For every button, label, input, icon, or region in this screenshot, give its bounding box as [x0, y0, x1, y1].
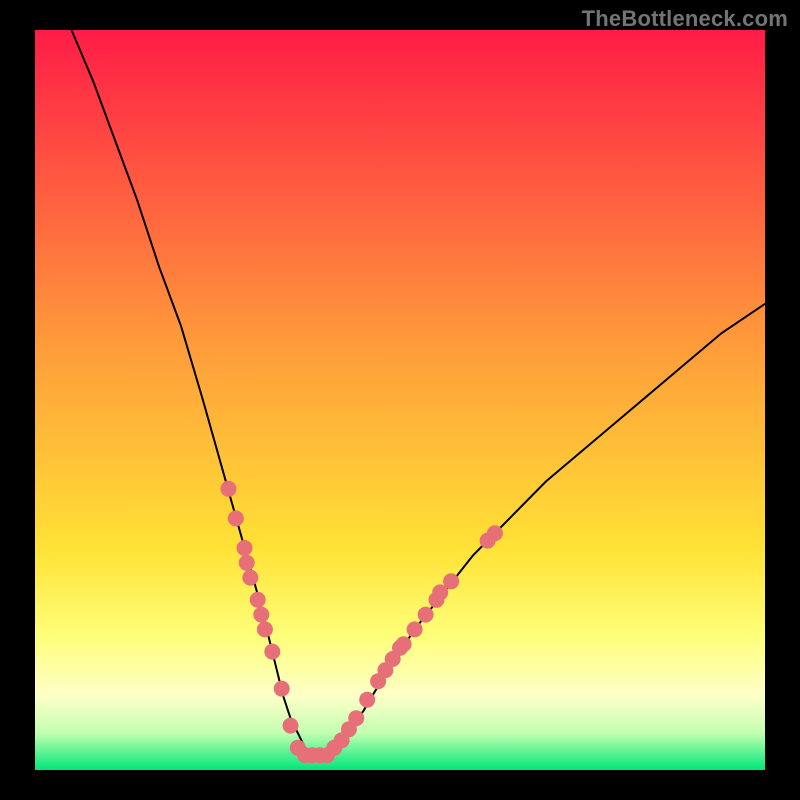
- data-marker: [239, 555, 255, 571]
- data-marker: [257, 621, 273, 637]
- data-marker: [250, 592, 266, 608]
- data-marker: [418, 607, 434, 623]
- data-marker: [407, 621, 423, 637]
- data-marker: [487, 525, 503, 541]
- bottleneck-chart: [35, 30, 765, 770]
- data-marker: [228, 510, 244, 526]
- plot-frame: [35, 30, 765, 770]
- data-marker: [443, 573, 459, 589]
- data-marker: [264, 644, 280, 660]
- data-marker: [359, 692, 375, 708]
- data-marker: [348, 710, 364, 726]
- data-marker: [221, 481, 237, 497]
- data-marker: [253, 607, 269, 623]
- data-marker: [283, 718, 299, 734]
- data-marker: [274, 681, 290, 697]
- data-marker: [396, 636, 412, 652]
- data-marker: [242, 570, 258, 586]
- data-marker: [237, 540, 253, 556]
- watermark-text: TheBottleneck.com: [582, 6, 788, 32]
